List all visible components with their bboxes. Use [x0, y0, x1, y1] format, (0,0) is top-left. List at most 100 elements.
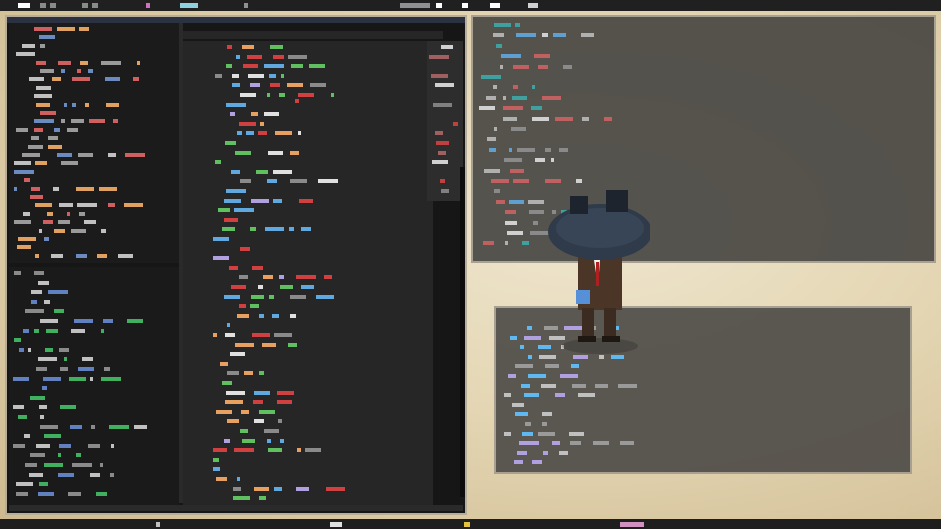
minimap-line [432, 160, 448, 165]
code-line [253, 400, 263, 405]
tree-entry [100, 463, 103, 467]
terminal-output-line [483, 241, 494, 246]
terminal-output-line [560, 374, 578, 378]
sidebar-entry [124, 203, 143, 208]
code-line [237, 131, 242, 136]
workspace-2-button[interactable] [40, 3, 46, 8]
code-line [331, 93, 334, 97]
code-line [213, 448, 227, 453]
code-line [259, 496, 266, 501]
terminal-output-line [553, 33, 566, 38]
tray-icon[interactable] [244, 3, 248, 8]
panel-icon[interactable] [330, 522, 342, 527]
sidebar-entry [97, 253, 107, 258]
tray-icon[interactable] [146, 3, 150, 8]
terminal-output-line [532, 460, 542, 465]
tray-icon[interactable] [490, 3, 500, 8]
tray-icon[interactable] [436, 3, 442, 8]
tree-entry [39, 482, 48, 487]
tree-entry [76, 453, 81, 458]
sidebar-entry [57, 27, 75, 31]
minimap-line [433, 102, 452, 107]
code-line [324, 275, 332, 280]
code-line [264, 64, 284, 69]
terminal-output-line [552, 441, 560, 446]
sidebar-entry [34, 27, 52, 31]
terminal-window-top[interactable] [471, 15, 936, 263]
code-line [250, 227, 256, 232]
terminal-output-line [528, 354, 532, 359]
tree-entry [38, 357, 57, 362]
minimap-line [429, 54, 449, 59]
editor-window[interactable] [5, 15, 467, 515]
workspace-3-button[interactable] [50, 3, 56, 8]
code-line [213, 237, 229, 241]
panel-icon[interactable] [156, 522, 160, 527]
sidebar-entry [77, 69, 81, 73]
tree-entry [46, 328, 58, 333]
code-line [290, 313, 296, 318]
panel-icon[interactable] [620, 522, 644, 527]
editor-tab-bar[interactable] [183, 31, 443, 39]
terminal-output-line [569, 431, 584, 436]
tree-entry [36, 367, 47, 371]
code-line [297, 448, 301, 453]
code-line [291, 64, 303, 69]
terminal-output-line [563, 64, 572, 69]
minimap[interactable] [427, 41, 463, 201]
code-line [254, 390, 270, 395]
minimap-line [441, 45, 453, 49]
tray-icon[interactable] [180, 3, 198, 8]
panel-icon[interactable] [464, 522, 470, 527]
sidebar-entry [71, 119, 84, 124]
code-line [239, 121, 256, 126]
workspace-1-button[interactable] [18, 3, 30, 8]
sidebar-entry [35, 161, 47, 166]
code-line [239, 304, 246, 309]
code-line [270, 83, 280, 88]
sidebar-entry [40, 111, 56, 115]
sidebar-entry [88, 69, 93, 73]
sidebar-entry [34, 94, 52, 99]
code-editor[interactable] [183, 41, 433, 507]
code-line [213, 467, 220, 472]
terminal-output-line [512, 95, 527, 100]
sidebar-entry [43, 220, 53, 225]
terminal-output-line [551, 158, 554, 163]
sidebar-entry [54, 228, 65, 233]
workspace-4-button[interactable] [82, 3, 88, 8]
minimap-line [436, 141, 449, 145]
code-line [260, 121, 264, 126]
file-sidebar[interactable] [9, 23, 179, 263]
code-line [267, 93, 270, 97]
code-line [277, 400, 292, 405]
terminal-output-line [509, 147, 512, 152]
terminal-output-line [494, 189, 500, 194]
vertical-scrollbar[interactable] [460, 167, 465, 497]
code-line [213, 333, 217, 337]
sidebar-entry [34, 119, 54, 124]
tray-icon[interactable] [462, 3, 468, 8]
terminal-output-line [530, 231, 549, 235]
workspace-5-button[interactable] [92, 3, 98, 8]
sidebar-entry [36, 102, 50, 107]
tree-entry [88, 443, 100, 448]
terminal-output-line [481, 75, 501, 79]
code-line [280, 285, 293, 289]
sidebar-entry [108, 203, 115, 208]
clock-icon[interactable] [528, 3, 538, 8]
tree-entry [70, 424, 82, 429]
sidebar-entry [35, 203, 52, 208]
tray-icon[interactable] [400, 3, 430, 8]
code-line [229, 265, 238, 270]
code-line [263, 275, 273, 280]
sidebar-entry [40, 43, 45, 48]
tree-entry [59, 347, 69, 352]
tree-entry [82, 357, 93, 362]
terminal-output-line [595, 383, 608, 388]
terminal-output-line [505, 220, 517, 225]
file-tree[interactable] [9, 267, 179, 507]
sidebar-entry [14, 161, 31, 166]
minimap-line [435, 131, 443, 136]
code-line [270, 45, 283, 49]
